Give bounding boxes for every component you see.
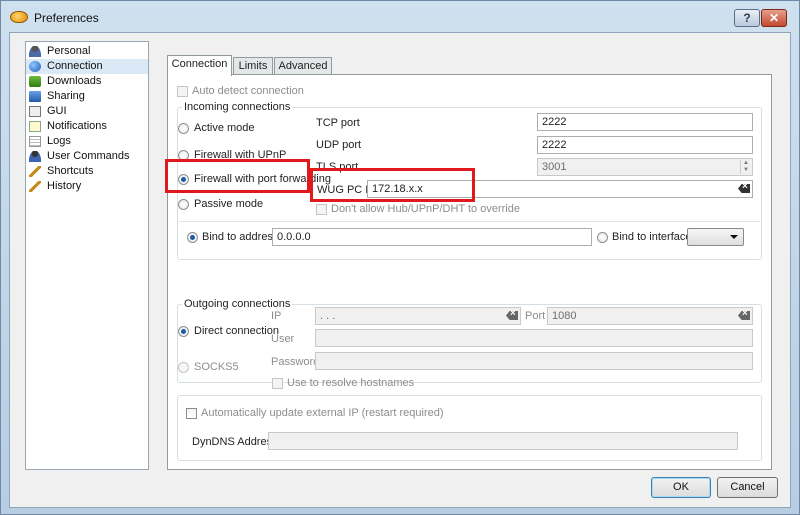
sidebar-item-downloads[interactable]: Downloads: [26, 74, 148, 89]
sidebar-item-label: Downloads: [47, 75, 102, 87]
sidebar-item-user-commands[interactable]: User Commands: [26, 149, 148, 164]
help-button[interactable]: ?: [734, 9, 760, 27]
sidebar-item-label: History: [47, 180, 82, 192]
proxy-port-label: Port: [525, 310, 546, 322]
resolve-hostnames-checkbox[interactable]: [272, 378, 283, 389]
title-bar: Preferences ? ✕: [1, 1, 799, 31]
sidebar-item-sharing[interactable]: Sharing: [26, 89, 148, 104]
proxy-password-input[interactable]: [315, 352, 753, 370]
tcp-port-label: TCP port: [316, 117, 360, 129]
sidebar-item-personal[interactable]: Personal: [26, 44, 148, 59]
bind-address-input[interactable]: 0.0.0.0: [272, 228, 592, 246]
udp-port-label: UDP port: [316, 139, 362, 151]
proxy-port-input[interactable]: 1080: [547, 307, 753, 325]
tab-connection[interactable]: Connection: [167, 55, 232, 76]
active-mode-label: Active mode: [194, 122, 255, 134]
settings-category-list: Personal Connection Downloads Sharing GU…: [25, 41, 149, 470]
pencil-icon: [29, 181, 41, 192]
tcp-port-input[interactable]: 2222: [537, 113, 753, 131]
sidebar-item-label: Notifications: [47, 120, 107, 132]
sidebar-item-label: Connection: [47, 60, 103, 72]
proxy-user-input[interactable]: [315, 329, 753, 347]
sidebar-item-logs[interactable]: Logs: [26, 134, 148, 149]
resolve-hostnames-label: Use to resolve hostnames: [287, 377, 415, 389]
sidebar-item-label: GUI: [47, 105, 67, 117]
active-mode-radio[interactable]: [178, 123, 189, 134]
dont-allow-override-label: Don't allow Hub/UPnP/DHT to override: [331, 203, 520, 215]
sharing-icon: [29, 91, 41, 102]
sidebar-item-connection[interactable]: Connection: [26, 59, 148, 74]
app-icon: [10, 11, 28, 23]
sidebar-item-notifications[interactable]: Notifications: [26, 119, 148, 134]
ok-button[interactable]: OK: [651, 477, 711, 498]
tls-port-input[interactable]: 3001 ▲ ▼: [537, 158, 753, 176]
sidebar-item-label: Personal: [47, 45, 91, 57]
logs-icon: [29, 136, 41, 147]
window-title: Preferences: [34, 11, 99, 25]
incoming-connections-title: Incoming connections: [182, 101, 293, 113]
highlight-box-wug-ip: [310, 168, 475, 202]
sidebar-item-shortcuts[interactable]: Shortcuts: [26, 164, 148, 179]
notifications-icon: [29, 121, 41, 132]
direct-connection-label: Direct connection: [194, 325, 279, 337]
auto-update-ip-checkbox[interactable]: [186, 408, 197, 419]
cancel-button[interactable]: Cancel: [717, 477, 778, 498]
sidebar-item-label: Logs: [47, 135, 71, 147]
bind-interface-label: Bind to interface: [612, 231, 692, 243]
connection-icon: [29, 61, 41, 72]
dyndns-input[interactable]: [268, 432, 738, 450]
sidebar-item-history[interactable]: History: [26, 179, 148, 194]
tls-port-value: 3001: [542, 161, 567, 173]
direct-connection-radio[interactable]: [178, 326, 189, 337]
sidebar-item-gui[interactable]: GUI: [26, 104, 148, 119]
sidebar-item-label: User Commands: [47, 150, 130, 162]
bind-interface-select[interactable]: [687, 228, 744, 246]
dialog-body: Personal Connection Downloads Sharing GU…: [9, 32, 791, 508]
proxy-ip-label: IP: [271, 310, 282, 322]
socks5-radio[interactable]: [178, 362, 189, 373]
proxy-ip-input[interactable]: . . .: [315, 307, 521, 325]
auto-detect-checkbox[interactable]: [177, 86, 188, 97]
sidebar-item-label: Shortcuts: [47, 165, 94, 177]
sidebar-item-label: Sharing: [47, 90, 85, 102]
close-button[interactable]: ✕: [761, 9, 787, 27]
auto-update-ip-label: Automatically update external IP (restar…: [201, 407, 444, 419]
preferences-window: Preferences ? ✕ Personal Connection Down…: [0, 0, 800, 515]
tab-advanced[interactable]: Advanced: [274, 57, 332, 74]
divider: [179, 221, 760, 222]
person-icon: [29, 46, 41, 57]
proxy-password-label: Password: [271, 356, 320, 368]
proxy-user-label: User: [271, 333, 295, 345]
auto-detect-label: Auto detect connection: [192, 85, 304, 97]
downloads-icon: [29, 76, 41, 87]
chevron-down-icon: [730, 235, 738, 239]
spinner-arrows-icon[interactable]: ▲ ▼: [740, 160, 751, 174]
gui-icon: [29, 106, 41, 117]
passive-mode-label: Passive mode: [194, 198, 264, 210]
passive-mode-radio[interactable]: [178, 199, 189, 210]
udp-port-input[interactable]: 2222: [537, 136, 753, 154]
dont-allow-override-checkbox[interactable]: [316, 204, 327, 215]
socks5-label: SOCKS5: [194, 361, 239, 373]
connection-tab-panel: Auto detect connection Incoming connecti…: [167, 74, 772, 470]
external-ip-group: [177, 395, 762, 461]
bind-address-label: Bind to address: [202, 231, 279, 243]
user-icon: [29, 151, 41, 162]
bind-interface-radio[interactable]: [597, 232, 608, 243]
highlight-box-port-forwarding: [165, 159, 310, 193]
outgoing-connections-title: Outgoing connections: [182, 298, 293, 310]
pencil-icon: [29, 166, 41, 177]
tab-limits[interactable]: Limits: [233, 57, 273, 74]
bind-address-radio[interactable]: [187, 232, 198, 243]
